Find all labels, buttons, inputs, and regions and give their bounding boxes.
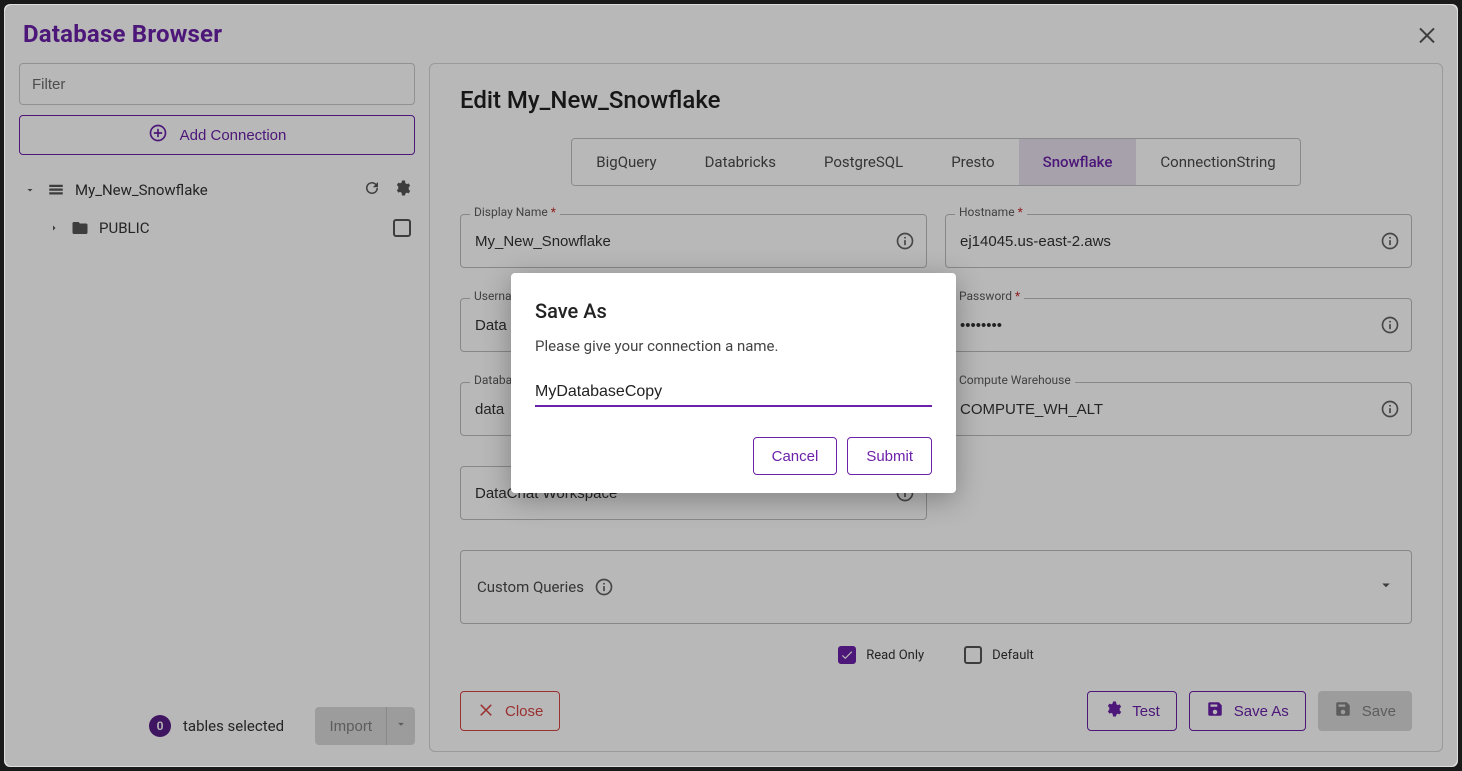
import-dropdown-button[interactable] <box>387 707 415 745</box>
modal-name-input[interactable] <box>535 379 932 407</box>
caret-down-icon <box>23 184 37 196</box>
tree-connection-row[interactable]: My_New_Snowflake <box>19 171 415 209</box>
connection-name: My_New_Snowflake <box>75 181 208 199</box>
info-icon[interactable] <box>1380 399 1400 419</box>
add-connection-label: Add Connection <box>180 127 287 144</box>
database-icon <box>47 181 65 199</box>
custom-queries-panel[interactable]: Custom Queries <box>460 550 1412 624</box>
display-name-field: Display Name * <box>460 214 927 268</box>
save-icon <box>1334 700 1352 722</box>
save-as-button[interactable]: Save As <box>1189 691 1306 731</box>
folder-icon <box>71 219 89 237</box>
checkbox-checked-icon <box>838 646 856 664</box>
close-icon[interactable] <box>1415 22 1439 46</box>
edit-title: Edit My_New_Snowflake <box>460 86 1412 114</box>
gear-icon[interactable] <box>393 179 411 201</box>
chevron-down-icon <box>1377 576 1395 598</box>
display-name-input[interactable] <box>460 214 927 268</box>
close-icon <box>477 700 495 722</box>
password-field: Password * <box>945 298 1412 352</box>
tab-postgresql[interactable]: PostgreSQL <box>800 139 927 185</box>
read-only-checkbox[interactable]: Read Only <box>838 646 924 664</box>
save-as-icon <box>1206 700 1224 722</box>
checkbox-unchecked-icon <box>964 646 982 664</box>
info-icon[interactable] <box>895 231 915 251</box>
tab-snowflake[interactable]: Snowflake <box>1019 139 1137 185</box>
tree-schema-row[interactable]: PUBLIC <box>19 209 415 247</box>
schema-checkbox[interactable] <box>393 219 411 237</box>
modal-cancel-button[interactable]: Cancel <box>753 437 838 475</box>
modal-title: Save As <box>535 299 932 323</box>
plus-circle-icon <box>148 123 168 147</box>
sidebar: Add Connection My_New_Snowflake <box>19 63 415 752</box>
modal-submit-button[interactable]: Submit <box>847 437 932 475</box>
refresh-icon[interactable] <box>363 179 381 201</box>
caret-right-icon <box>47 222 61 234</box>
tab-presto[interactable]: Presto <box>927 139 1018 185</box>
hostname-input[interactable] <box>945 214 1412 268</box>
connection-tree: My_New_Snowflake <box>19 171 415 247</box>
save-button: Save <box>1318 691 1412 731</box>
info-icon[interactable] <box>1380 315 1400 335</box>
tab-connectionstring[interactable]: ConnectionString <box>1136 139 1299 185</box>
save-as-modal: Save As Please give your connection a na… <box>511 273 956 493</box>
default-label: Default <box>992 648 1034 663</box>
modal-prompt: Please give your connection a name. <box>535 337 932 355</box>
gear-icon <box>1104 700 1122 722</box>
filter-input[interactable] <box>19 63 415 105</box>
tab-bigquery[interactable]: BigQuery <box>572 139 680 185</box>
info-icon <box>594 577 614 597</box>
default-checkbox[interactable]: Default <box>964 646 1034 664</box>
test-button[interactable]: Test <box>1087 691 1177 731</box>
import-button[interactable]: Import <box>315 707 387 745</box>
custom-queries-label: Custom Queries <box>477 578 584 596</box>
warehouse-input[interactable] <box>945 382 1412 436</box>
info-icon[interactable] <box>1380 231 1400 251</box>
hostname-field: Hostname * <box>945 214 1412 268</box>
warehouse-field: Compute Warehouse <box>945 382 1412 436</box>
schema-name: PUBLIC <box>99 219 149 237</box>
selected-count-label: tables selected <box>183 717 284 735</box>
read-only-label: Read Only <box>866 648 924 663</box>
tab-databricks[interactable]: Databricks <box>681 139 800 185</box>
close-button[interactable]: Close <box>460 691 560 731</box>
password-input[interactable] <box>945 298 1412 352</box>
selected-count-badge: 0 <box>149 715 171 737</box>
connection-type-tabs: BigQuery Databricks PostgreSQL Presto Sn… <box>571 138 1300 186</box>
add-connection-button[interactable]: Add Connection <box>19 115 415 155</box>
app-title: Database Browser <box>23 20 222 48</box>
chevron-down-icon <box>394 717 408 735</box>
